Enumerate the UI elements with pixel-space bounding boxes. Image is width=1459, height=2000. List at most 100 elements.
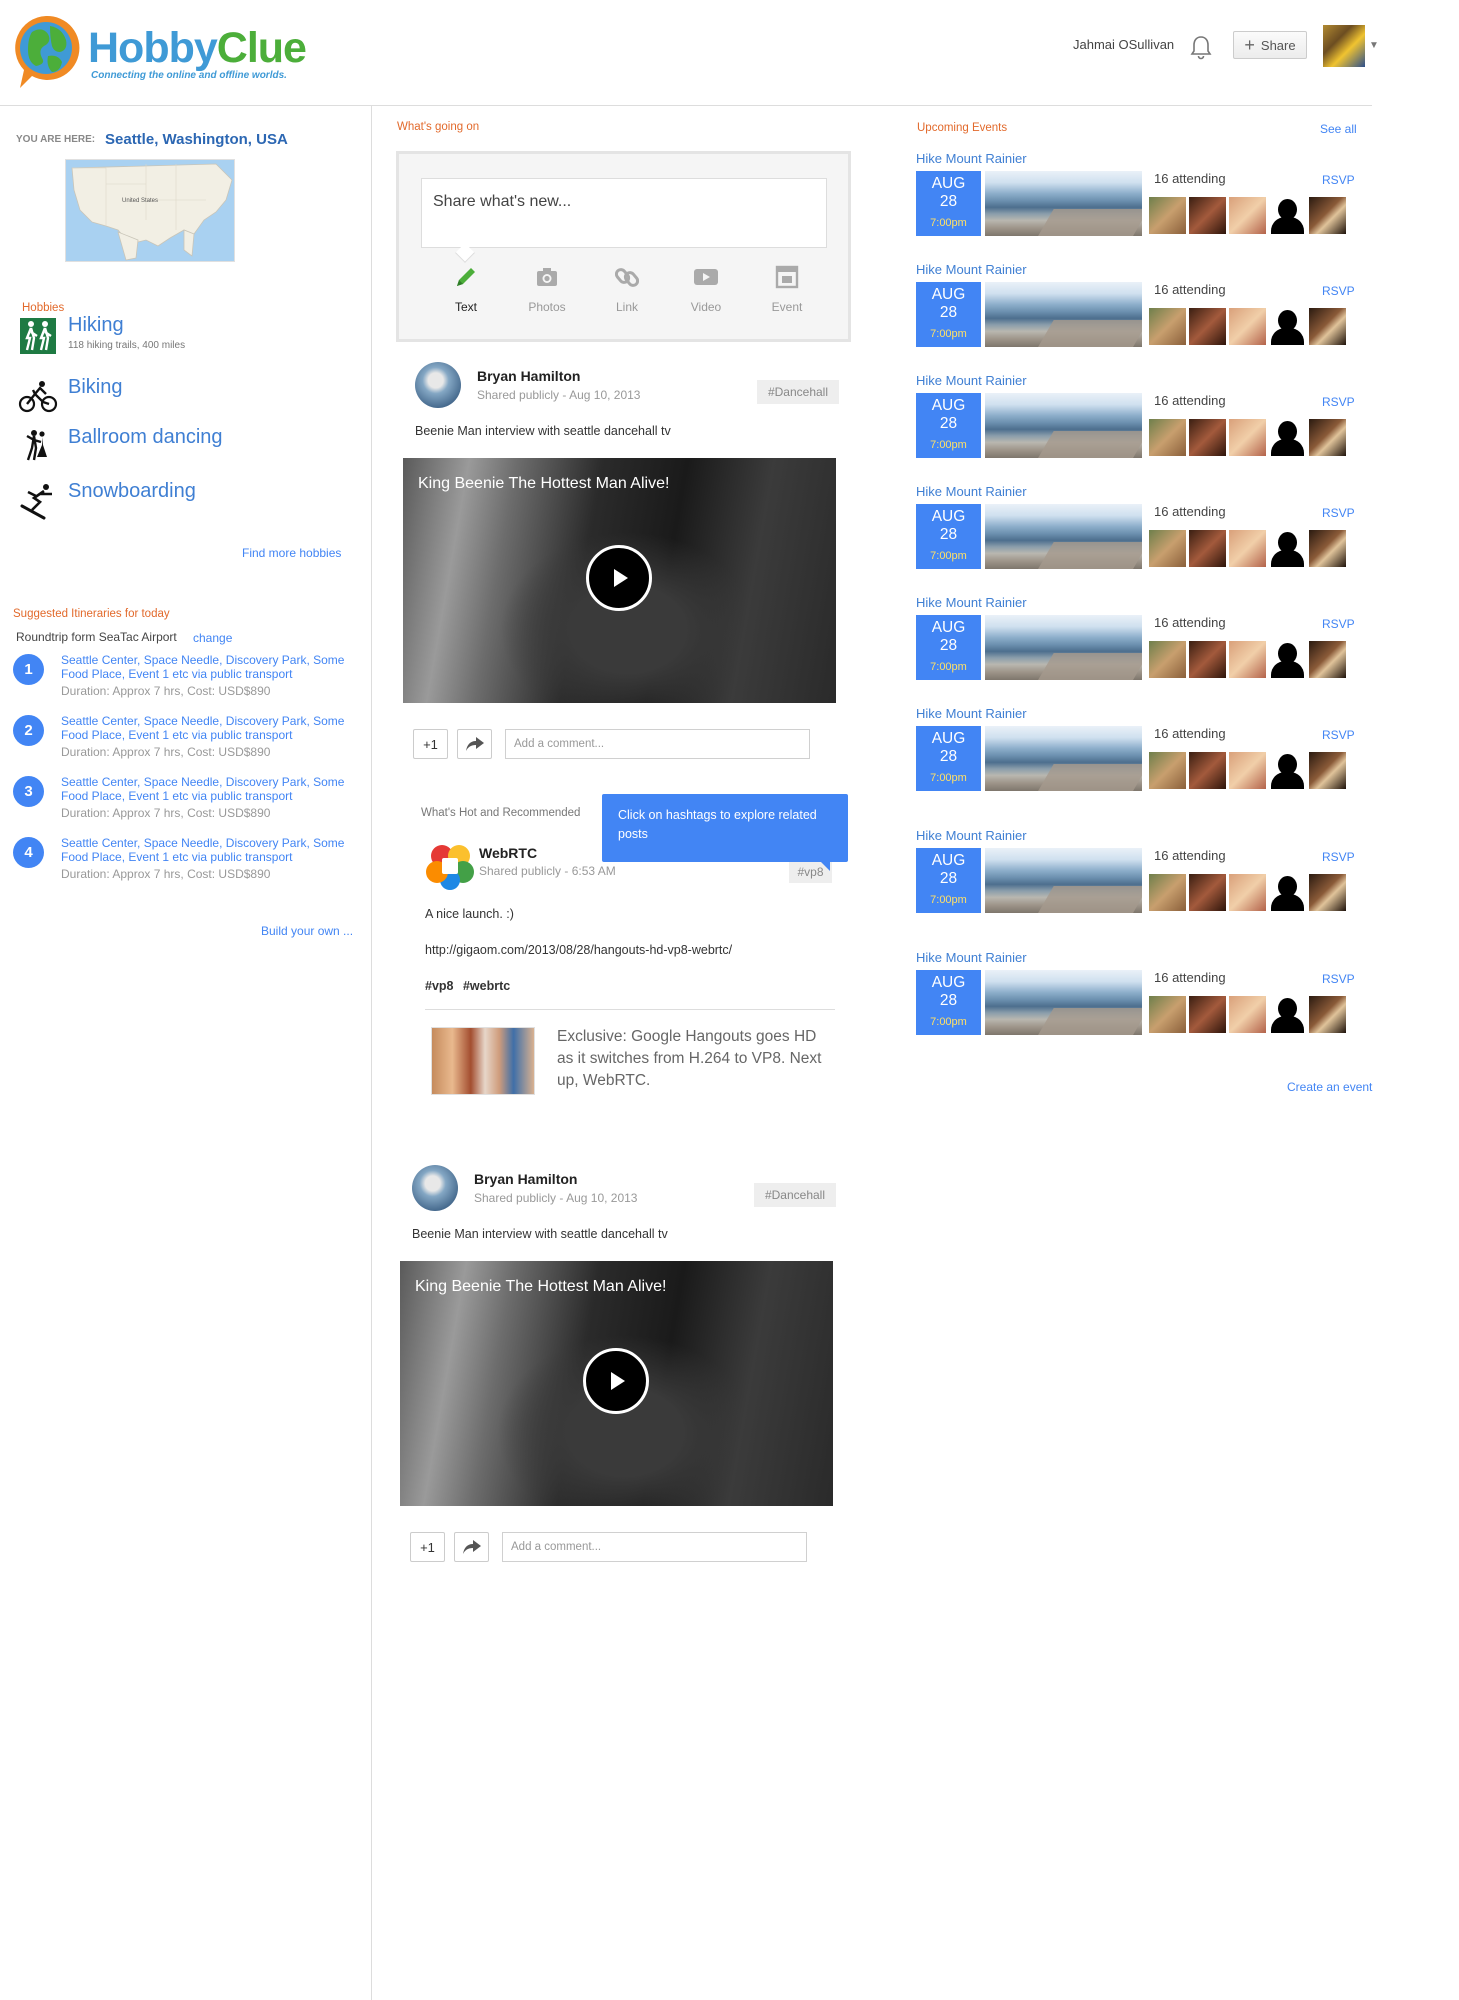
attendee-avatar[interactable] bbox=[1229, 530, 1266, 567]
attendee-avatar[interactable] bbox=[1189, 874, 1226, 911]
see-all-events-link[interactable]: See all bbox=[1320, 122, 1357, 136]
event-photo[interactable] bbox=[985, 393, 1142, 458]
attendee-avatar[interactable] bbox=[1149, 641, 1186, 678]
attendee-avatar[interactable] bbox=[1269, 530, 1306, 567]
video-embed[interactable]: King Beenie The Hottest Man Alive! bbox=[403, 458, 836, 703]
rsvp-link[interactable]: RSVP bbox=[1322, 395, 1355, 409]
hobby-name[interactable]: Ballroom dancing bbox=[68, 426, 223, 449]
hobby-item-ballroom-dancing[interactable]: Ballroom dancing bbox=[18, 424, 338, 468]
user-name-link[interactable]: Jahmai OSullivan bbox=[1073, 37, 1174, 52]
attendee-avatar[interactable] bbox=[1149, 308, 1186, 345]
post-date[interactable]: Aug 10, 2013 bbox=[569, 388, 640, 402]
event-photo[interactable] bbox=[985, 726, 1142, 791]
post-url-link[interactable]: http://gigaom.com/2013/08/28/hangouts-hd… bbox=[425, 943, 732, 957]
attendee-avatar[interactable] bbox=[1189, 197, 1226, 234]
attendee-avatar[interactable] bbox=[1189, 308, 1226, 345]
current-location[interactable]: Seattle, Washington, USA bbox=[105, 131, 288, 148]
post-hashtags[interactable]: #vp8 #webrtc bbox=[425, 979, 510, 993]
itinerary-item[interactable]: 3 Seattle Center, Space Needle, Discover… bbox=[13, 775, 358, 836]
event-photo[interactable] bbox=[985, 970, 1142, 1035]
rsvp-link[interactable]: RSVP bbox=[1322, 284, 1355, 298]
composer-tool-photos[interactable]: Photos bbox=[517, 264, 577, 314]
user-avatar[interactable] bbox=[1323, 25, 1365, 67]
video-title[interactable]: King Beenie The Hottest Man Alive! bbox=[418, 475, 669, 493]
post-hashtag[interactable]: #Dancehall bbox=[754, 1183, 836, 1207]
hobby-item-biking[interactable]: Biking bbox=[18, 374, 338, 418]
chevron-down-icon[interactable]: ▼ bbox=[1369, 40, 1379, 51]
event-photo[interactable] bbox=[985, 848, 1142, 913]
video-embed[interactable]: King Beenie The Hottest Man Alive! bbox=[400, 1261, 833, 1506]
attendee-avatar[interactable] bbox=[1309, 752, 1346, 789]
hobby-name[interactable]: Snowboarding bbox=[68, 480, 196, 503]
attendee-avatar[interactable] bbox=[1269, 641, 1306, 678]
attendee-avatar[interactable] bbox=[1149, 996, 1186, 1033]
attendee-avatar[interactable] bbox=[1189, 530, 1226, 567]
location-map[interactable]: United States bbox=[65, 159, 235, 262]
attendee-avatar[interactable] bbox=[1309, 419, 1346, 456]
rsvp-link[interactable]: RSVP bbox=[1322, 617, 1355, 631]
event-attending-count[interactable]: 16 attending bbox=[1154, 282, 1226, 297]
attendee-avatar[interactable] bbox=[1229, 308, 1266, 345]
author-avatar[interactable] bbox=[412, 1165, 458, 1211]
hobby-item-hiking[interactable]: Hiking 118 hiking trails, 400 miles bbox=[18, 312, 338, 356]
itinerary-places-link[interactable]: Seattle Center, Space Needle, Discovery … bbox=[61, 653, 361, 681]
link-preview-text[interactable]: Exclusive: Google Hangouts goes HD as it… bbox=[557, 1026, 827, 1092]
event-title-link[interactable]: Hike Mount Rainier bbox=[916, 706, 1027, 721]
attendee-avatar[interactable] bbox=[1229, 996, 1266, 1033]
event-title-link[interactable]: Hike Mount Rainier bbox=[916, 262, 1027, 277]
share-button[interactable]: + Share bbox=[1233, 31, 1307, 59]
attendee-avatar[interactable] bbox=[1149, 874, 1186, 911]
attendee-avatar[interactable] bbox=[1189, 641, 1226, 678]
itinerary-places-link[interactable]: Seattle Center, Space Needle, Discovery … bbox=[61, 714, 361, 742]
itinerary-item[interactable]: 1 Seattle Center, Space Needle, Discover… bbox=[13, 653, 361, 714]
event-title-link[interactable]: Hike Mount Rainier bbox=[916, 484, 1027, 499]
composer-tool-event[interactable]: Event bbox=[757, 264, 817, 314]
post-author[interactable]: Bryan Hamilton bbox=[474, 1171, 577, 1187]
attendee-avatar[interactable] bbox=[1149, 419, 1186, 456]
composer-tool-link[interactable]: Link bbox=[597, 264, 657, 314]
find-more-hobbies-link[interactable]: Find more hobbies bbox=[242, 546, 341, 560]
itinerary-item[interactable]: 2 Seattle Center, Space Needle, Discover… bbox=[13, 714, 361, 775]
attendee-avatar[interactable] bbox=[1269, 996, 1306, 1033]
rsvp-link[interactable]: RSVP bbox=[1322, 850, 1355, 864]
play-button[interactable] bbox=[583, 1348, 649, 1414]
event-title-link[interactable]: Hike Mount Rainier bbox=[916, 373, 1027, 388]
attendee-avatar[interactable] bbox=[1269, 197, 1306, 234]
attendee-avatar[interactable] bbox=[1149, 752, 1186, 789]
post-date[interactable]: Aug 10, 2013 bbox=[566, 1191, 637, 1205]
build-your-own-link[interactable]: Build your own ... bbox=[261, 924, 353, 938]
attendee-avatar[interactable] bbox=[1309, 197, 1346, 234]
plus-one-button[interactable]: +1 bbox=[413, 729, 448, 759]
attendee-avatar[interactable] bbox=[1269, 308, 1306, 345]
plus-one-button[interactable]: +1 bbox=[410, 1532, 445, 1562]
link-preview-thumbnail[interactable] bbox=[431, 1027, 535, 1095]
hobby-item-snowboarding[interactable]: Snowboarding bbox=[18, 478, 338, 522]
event-title-link[interactable]: Hike Mount Rainier bbox=[916, 950, 1027, 965]
event-attending-count[interactable]: 16 attending bbox=[1154, 393, 1226, 408]
attendee-avatar[interactable] bbox=[1149, 530, 1186, 567]
rsvp-link[interactable]: RSVP bbox=[1322, 972, 1355, 986]
attendee-avatar[interactable] bbox=[1309, 996, 1346, 1033]
attendee-avatar[interactable] bbox=[1229, 419, 1266, 456]
hobby-name[interactable]: Biking bbox=[68, 376, 122, 399]
hobby-name[interactable]: Hiking bbox=[68, 314, 124, 337]
event-photo[interactable] bbox=[985, 615, 1142, 680]
post-hashtag[interactable]: #Dancehall bbox=[757, 380, 839, 404]
share-whats-new-input[interactable]: Share what's new... bbox=[421, 178, 827, 248]
attendee-avatar[interactable] bbox=[1229, 874, 1266, 911]
event-title-link[interactable]: Hike Mount Rainier bbox=[916, 151, 1027, 166]
rsvp-link[interactable]: RSVP bbox=[1322, 173, 1355, 187]
post-author[interactable]: WebRTC bbox=[479, 845, 537, 861]
event-attending-count[interactable]: 16 attending bbox=[1154, 615, 1226, 630]
event-title-link[interactable]: Hike Mount Rainier bbox=[916, 828, 1027, 843]
notification-bell-icon[interactable] bbox=[1189, 34, 1213, 60]
comment-input[interactable]: Add a comment... bbox=[502, 1532, 807, 1562]
event-title-link[interactable]: Hike Mount Rainier bbox=[916, 595, 1027, 610]
create-event-link[interactable]: Create an event bbox=[1287, 1080, 1372, 1094]
author-avatar[interactable] bbox=[415, 362, 461, 408]
attendee-avatar[interactable] bbox=[1309, 874, 1346, 911]
itinerary-item[interactable]: 4 Seattle Center, Space Needle, Discover… bbox=[13, 836, 358, 897]
attendee-avatar[interactable] bbox=[1309, 308, 1346, 345]
video-title[interactable]: King Beenie The Hottest Man Alive! bbox=[415, 1278, 666, 1296]
event-attending-count[interactable]: 16 attending bbox=[1154, 848, 1226, 863]
